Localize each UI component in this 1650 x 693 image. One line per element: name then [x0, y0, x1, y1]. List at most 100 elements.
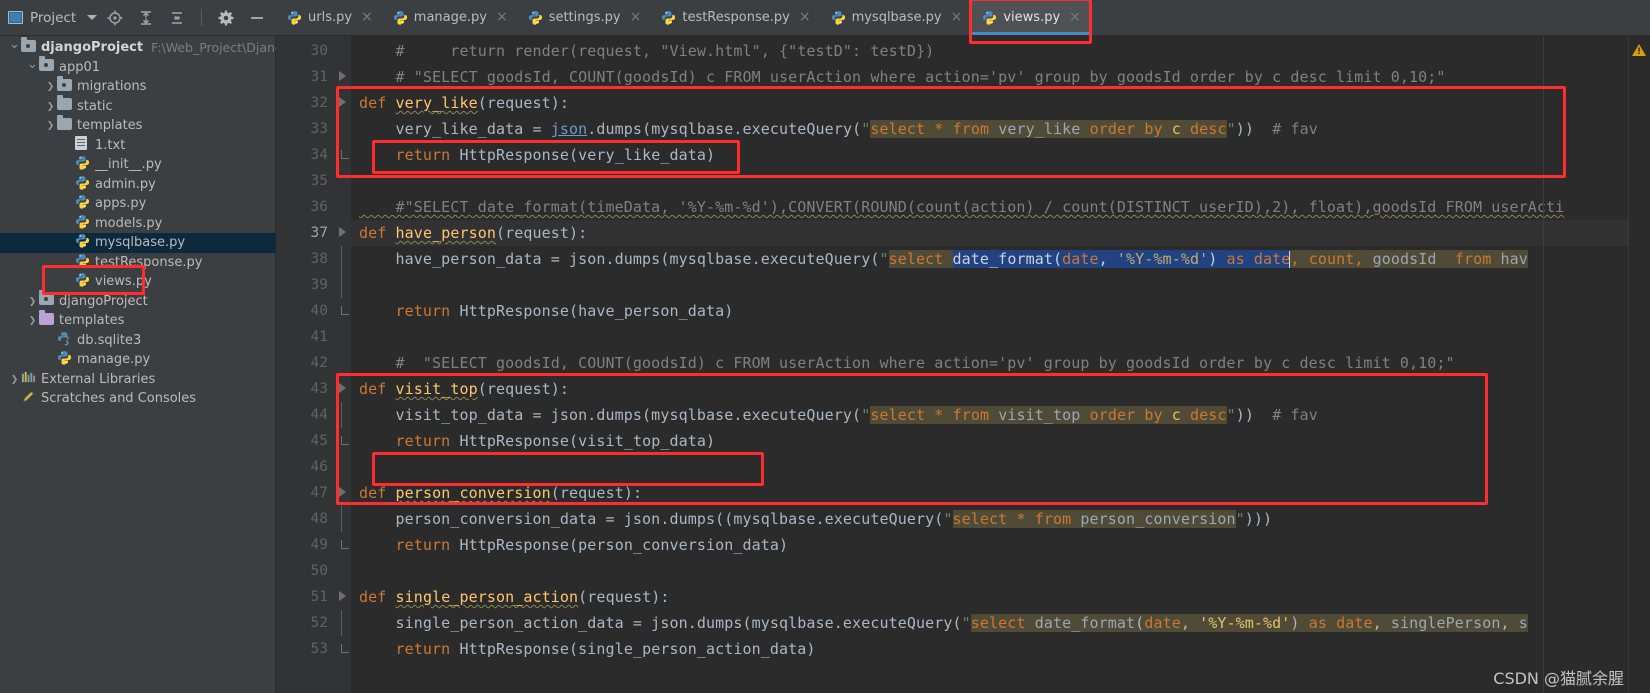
chevron-right-icon[interactable]	[26, 315, 39, 326]
fold-marker[interactable]	[338, 298, 351, 324]
tab-close-icon[interactable]: ×	[630, 10, 642, 24]
code-text-area[interactable]: # return render(request, "View.html", {"…	[351, 36, 1650, 693]
code-line-37[interactable]: def have_person(request):	[351, 220, 1650, 246]
code-line-46[interactable]	[351, 454, 1650, 480]
fold-marker[interactable]	[338, 350, 351, 376]
fold-marker[interactable]	[338, 636, 351, 662]
tree-item-models-py[interactable]: models.py	[0, 214, 276, 234]
fold-marker[interactable]	[338, 454, 351, 480]
collapse-all-icon[interactable]	[168, 9, 186, 27]
fold-marker[interactable]	[338, 402, 351, 428]
tree-item-app01[interactable]: app01	[0, 56, 276, 78]
tree-item-djangoProject[interactable]: djangoProject	[0, 290, 276, 312]
fold-collapse-icon[interactable]	[339, 591, 348, 602]
project-tree[interactable]: djangoProject F:\Web_Project\Django&V app0…	[0, 36, 276, 693]
tree-item-templates[interactable]: templates	[0, 309, 276, 331]
fold-marker[interactable]	[338, 142, 351, 168]
fold-marker[interactable]	[338, 506, 351, 532]
code-editor[interactable]: 30 31 32 33 34 35 36 37 38 39 40 41 42 43 44 45 46 47 48 49…	[276, 36, 1650, 693]
fold-marker[interactable]	[338, 272, 351, 298]
tree-item-mysqlbase-py[interactable]: mysqlbase.py	[0, 233, 276, 253]
fold-marker[interactable]	[338, 532, 351, 558]
tree-item-migrations[interactable]: migrations	[0, 75, 276, 97]
fold-marker[interactable]	[338, 220, 351, 246]
code-line-32[interactable]: def very_like(request):	[351, 90, 1650, 116]
chevron-right-icon[interactable]	[44, 101, 57, 112]
fold-collapse-icon[interactable]	[339, 487, 348, 498]
code-line-50[interactable]	[351, 558, 1650, 584]
code-line-43[interactable]: def visit_top(request):	[351, 376, 1650, 402]
tree-item-testResponse-py[interactable]: testResponse.py	[0, 253, 276, 273]
code-line-45[interactable]: return HttpResponse(visit_top_data)	[351, 428, 1650, 454]
editor-tab-settings-py[interactable]: settings.py ×	[517, 0, 651, 35]
fold-collapse-icon[interactable]	[339, 71, 348, 82]
fold-marker[interactable]	[338, 168, 351, 194]
editor-tab-mysqlbase-py[interactable]: mysqlbase.py ×	[820, 0, 972, 35]
fold-marker[interactable]	[338, 558, 351, 584]
code-line-35[interactable]	[351, 168, 1650, 194]
code-line-41[interactable]	[351, 324, 1650, 350]
code-folding-gutter[interactable]	[338, 36, 351, 693]
chevron-down-icon[interactable]	[26, 60, 39, 75]
chevron-right-icon[interactable]	[26, 296, 39, 307]
fold-marker[interactable]	[338, 610, 351, 636]
code-line-33[interactable]: very_like_data = json.dumps(mysqlbase.ex…	[351, 116, 1650, 142]
fold-marker[interactable]	[338, 90, 351, 116]
chevron-down-icon[interactable]	[87, 15, 98, 20]
editor-tab-urls-py[interactable]: urls.py ×	[276, 0, 382, 35]
fold-marker[interactable]	[338, 376, 351, 402]
code-line-48[interactable]: person_conversion_data = json.dumps((mys…	[351, 506, 1650, 532]
fold-marker[interactable]	[338, 584, 351, 610]
tree-item-apps-py[interactable]: apps.py	[0, 194, 276, 214]
tab-close-icon[interactable]: ×	[799, 10, 811, 24]
expand-all-icon[interactable]	[137, 9, 155, 27]
warning-triangle-icon[interactable]	[1632, 44, 1646, 57]
minimize-icon[interactable]	[248, 9, 266, 27]
editor-marker-strip[interactable]	[1628, 36, 1650, 693]
tab-close-icon[interactable]: ×	[1069, 10, 1081, 24]
editor-tab-testResponse-py[interactable]: testResponse.py ×	[650, 0, 819, 35]
tab-close-icon[interactable]: ×	[361, 10, 373, 24]
code-line-52[interactable]: single_person_action_data = json.dumps(m…	[351, 610, 1650, 636]
fold-marker[interactable]	[338, 428, 351, 454]
fold-marker[interactable]	[338, 64, 351, 90]
code-line-34[interactable]: return HttpResponse(very_like_data)	[351, 142, 1650, 168]
fold-marker[interactable]	[338, 116, 351, 142]
gear-icon[interactable]	[217, 9, 235, 27]
tree-item-manage-py[interactable]: manage.py	[0, 350, 276, 370]
tree-item-__init__-py[interactable]: __init__.py	[0, 155, 276, 175]
code-line-51[interactable]: def single_person_action(request):	[351, 584, 1650, 610]
fold-marker[interactable]	[338, 480, 351, 506]
project-panel-title-group[interactable]: Project	[8, 10, 98, 26]
fold-marker[interactable]	[338, 194, 351, 220]
tree-item-1-txt[interactable]: 1.txt	[0, 136, 276, 156]
fold-collapse-icon[interactable]	[339, 97, 348, 108]
code-line-36[interactable]: #"SELECT date_format(timeData, '%Y-%m-%d…	[351, 194, 1650, 220]
code-line-44[interactable]: visit_top_data = json.dumps(mysqlbase.ex…	[351, 402, 1650, 428]
chevron-right-icon[interactable]	[44, 120, 57, 131]
code-line-40[interactable]: return HttpResponse(have_person_data)	[351, 298, 1650, 324]
chevron-right-icon[interactable]	[8, 374, 21, 385]
fold-collapse-icon[interactable]	[339, 383, 348, 394]
code-line-49[interactable]: return HttpResponse(person_conversion_da…	[351, 532, 1650, 558]
code-line-30[interactable]: # return render(request, "View.html", {"…	[351, 38, 1650, 64]
code-line-38[interactable]: have_person_data = json.dumps(mysqlbase.…	[351, 246, 1650, 272]
tree-item-static[interactable]: static	[0, 95, 276, 117]
tab-close-icon[interactable]: ×	[496, 10, 508, 24]
code-line-53[interactable]: return HttpResponse(single_person_action…	[351, 636, 1650, 662]
fold-marker[interactable]	[338, 38, 351, 64]
chevron-down-icon[interactable]	[8, 40, 21, 55]
fold-collapse-icon[interactable]	[339, 227, 348, 238]
locate-file-icon[interactable]	[106, 9, 124, 27]
tree-item-db-sqlite3[interactable]: ? db.sqlite3	[0, 331, 276, 351]
tree-item-djangoProject[interactable]: djangoProject F:\Web_Project\Django&V	[0, 36, 276, 58]
fold-marker[interactable]	[338, 324, 351, 350]
tree-item-admin-py[interactable]: admin.py	[0, 175, 276, 195]
editor-tab-manage-py[interactable]: manage.py ×	[382, 0, 517, 35]
code-line-39[interactable]	[351, 272, 1650, 298]
tree-item-Scratches-and-Consoles[interactable]: Scratches and Consoles	[0, 389, 276, 409]
tree-item-views-py[interactable]: views.py	[0, 272, 276, 292]
code-line-31[interactable]: # "SELECT goodsId, COUNT(goodsId) c FROM…	[351, 64, 1650, 90]
chevron-right-icon[interactable]	[44, 81, 57, 92]
tree-item-External-Libraries[interactable]: External Libraries	[0, 370, 276, 390]
